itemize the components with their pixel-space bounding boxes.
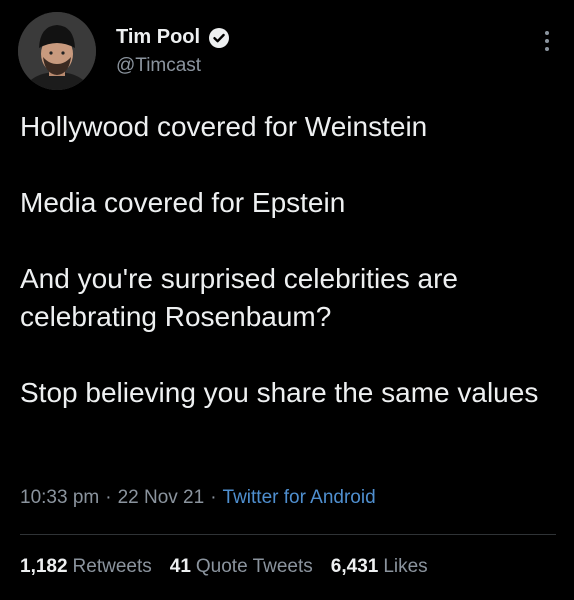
quote-tweets-count: 41 xyxy=(169,556,191,577)
avatar[interactable] xyxy=(18,12,96,90)
tweet-card: Tim Pool @Timcast Hollywood covered for … xyxy=(0,0,574,600)
tweet-text: Hollywood covered for Weinstein Media co… xyxy=(20,108,560,412)
retweets-label: Retweets xyxy=(72,556,152,577)
meta-separator: · xyxy=(210,487,217,508)
tweet-header: Tim Pool @Timcast xyxy=(116,26,230,77)
tweet-meta: 10:33 pm · 22 Nov 21 · Twitter for Andro… xyxy=(20,487,376,509)
tweet-paragraph: Media covered for Epstein xyxy=(20,187,346,218)
tweet-stats: 1,182 Retweets 41 Quote Tweets 6,431 Likes xyxy=(20,556,428,578)
more-vertical-icon[interactable] xyxy=(544,30,550,52)
likes-count: 6,431 xyxy=(330,556,379,577)
tweet-time[interactable]: 10:33 pm xyxy=(20,487,99,509)
likes-stat[interactable]: 6,431 Likes xyxy=(331,556,428,578)
author-handle[interactable]: @Timcast xyxy=(116,55,230,77)
tweet-paragraph: Hollywood covered for Weinstein xyxy=(20,111,428,142)
tweet-paragraph: And you're surprised celebrities are cel… xyxy=(20,263,459,332)
retweets-count: 1,182 xyxy=(20,556,68,577)
tweet-paragraph: Stop believing you share the same values xyxy=(20,377,539,408)
meta-separator: · xyxy=(105,487,112,508)
verified-badge-icon xyxy=(208,27,230,49)
retweets-stat[interactable]: 1,182 Retweets xyxy=(20,556,152,578)
quote-tweets-stat[interactable]: 41 Quote Tweets xyxy=(170,556,313,578)
quote-tweets-label: Quote Tweets xyxy=(195,556,313,577)
author-name[interactable]: Tim Pool xyxy=(116,26,200,49)
likes-label: Likes xyxy=(383,556,428,577)
tweet-source-link[interactable]: Twitter for Android xyxy=(223,487,376,509)
name-row: Tim Pool xyxy=(116,26,230,49)
tweet-date[interactable]: 22 Nov 21 xyxy=(118,487,205,509)
divider xyxy=(20,534,556,535)
